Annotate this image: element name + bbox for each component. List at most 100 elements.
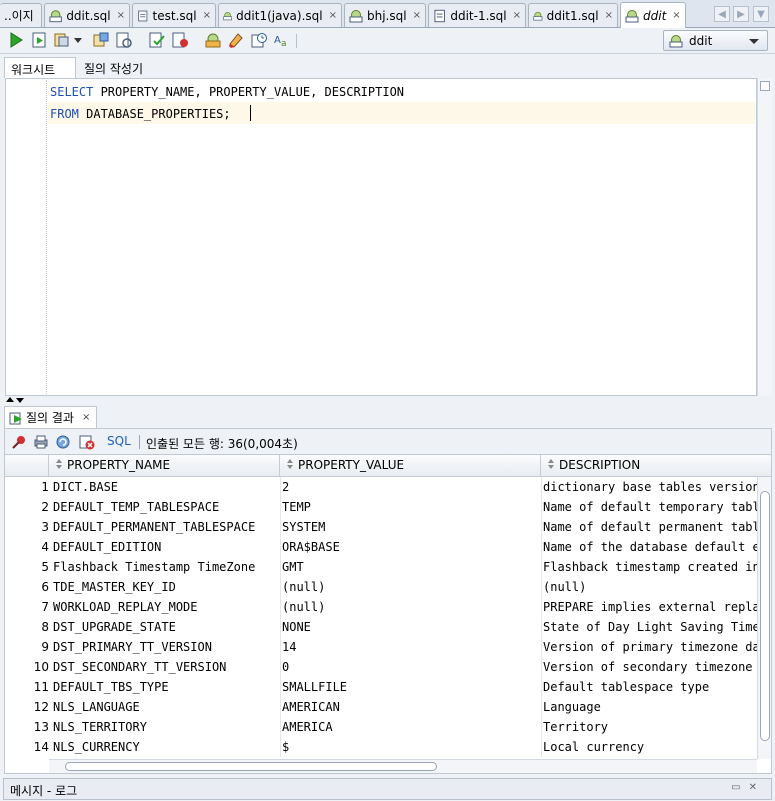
cell-description[interactable]: State of Day Light Saving Time Upgrade <box>543 620 757 634</box>
grid-vertical-scrollbar[interactable] <box>757 477 771 759</box>
cell-property-value[interactable]: 0 <box>282 660 538 674</box>
tab-overflow[interactable]: ..이지 <box>0 3 42 27</box>
table-row[interactable]: 5 Flashback Timestamp TimeZone GMT Flashbac… <box>5 557 771 577</box>
tab-ddit1-java-sql[interactable]: ddit1(java).sql × <box>218 3 342 27</box>
cell-description[interactable]: Version of primary timezone data file <box>543 640 757 654</box>
collapse-up-icon[interactable] <box>6 397 14 402</box>
tab-ddit-sql[interactable]: ddit.sql × <box>44 3 130 27</box>
cell-property-name[interactable]: DEFAULT_EDITION <box>53 540 279 554</box>
cell-property-value[interactable]: ORA$BASE <box>282 540 538 554</box>
table-row[interactable]: 14 NLS_CURRENCY $ Local currency <box>5 737 771 757</box>
close-icon[interactable]: × <box>82 412 90 423</box>
cell-description[interactable]: Flashback timestamp created in GMT <box>543 560 757 574</box>
editor-scrollbar[interactable] <box>757 78 772 396</box>
table-row[interactable]: 12 NLS_LANGUAGE AMERICAN Language <box>5 697 771 717</box>
cell-description[interactable]: Name of default permanent tablespace <box>543 520 757 534</box>
rollback-icon[interactable] <box>171 31 189 49</box>
code-line-1[interactable]: SELECT PROPERTY_NAME, PROPERTY_VALUE, DE… <box>50 85 404 99</box>
tab-worksheet[interactable]: 워크시트 <box>4 57 76 78</box>
cell-property-value[interactable]: AMERICA <box>282 720 538 734</box>
collapse-down-icon[interactable] <box>16 398 24 403</box>
close-icon[interactable]: × <box>203 10 211 21</box>
minimize-icon[interactable]: ▭ <box>731 782 748 793</box>
cell-property-name[interactable]: TDE_MASTER_KEY_ID <box>53 580 279 594</box>
table-row[interactable]: 3 DEFAULT_PERMANENT_TABLESPACE SYSTEM Name … <box>5 517 771 537</box>
scrollbar-thumb[interactable] <box>65 762 437 771</box>
cell-property-name[interactable]: WORKLOAD_REPLAY_MODE <box>53 600 279 614</box>
cell-description[interactable]: Territory <box>543 720 757 734</box>
history-icon[interactable] <box>250 31 268 49</box>
cell-description[interactable]: (null) <box>543 580 757 594</box>
tab-bhj-sql[interactable]: bhj.sql × <box>344 3 426 27</box>
cell-description[interactable]: Name of the database default edition <box>543 540 757 554</box>
sort-icon[interactable] <box>547 458 555 470</box>
table-row[interactable]: 1 DICT.BASE 2 dictionary base tables versio… <box>5 477 771 497</box>
tab-scroll-left-icon[interactable]: ◀ <box>714 6 730 22</box>
sql-editor[interactable] <box>5 78 757 396</box>
table-row[interactable]: 10 DST_SECONDARY_TT_VERSION 0 Version of se… <box>5 657 771 677</box>
table-row[interactable]: 2 DEFAULT_TEMP_TABLESPACE TEMP Name of defa… <box>5 497 771 517</box>
cell-property-value[interactable]: GMT <box>282 560 538 574</box>
panel-splitter[interactable] <box>0 396 775 406</box>
cell-property-value[interactable]: AMERICAN <box>282 700 538 714</box>
connection-select[interactable]: ddit <box>663 30 768 51</box>
messages-log-panel[interactable]: 메시지 - 로그 ▭✕ <box>3 778 772 800</box>
cell-property-name[interactable]: DST_SECONDARY_TT_VERSION <box>53 660 279 674</box>
chevron-down-icon[interactable] <box>72 31 84 49</box>
tab-test-sql[interactable]: test.sql × <box>132 3 216 27</box>
autotrace-icon[interactable] <box>92 31 110 49</box>
format-icon[interactable]: Aa <box>273 31 291 49</box>
cell-property-value[interactable]: SYSTEM <box>282 520 538 534</box>
tab-list-icon[interactable]: ▼ <box>753 6 769 22</box>
cell-property-value[interactable]: 2 <box>282 480 538 494</box>
cell-property-name[interactable]: DST_PRIMARY_TT_VERSION <box>53 640 279 654</box>
pin-icon[interactable] <box>11 434 27 450</box>
sql-tuning-icon[interactable] <box>115 31 133 49</box>
close-icon[interactable]: × <box>329 10 337 21</box>
cell-property-value[interactable]: TEMP <box>282 500 538 514</box>
commit-icon[interactable] <box>148 31 166 49</box>
close-icon[interactable]: ✕ <box>749 782 765 793</box>
table-row[interactable]: 11 DEFAULT_TBS_TYPE SMALLFILE Default table… <box>5 677 771 697</box>
cell-description[interactable]: Local currency <box>543 740 757 754</box>
close-icon[interactable]: × <box>117 10 125 21</box>
close-icon[interactable]: × <box>605 10 613 21</box>
cell-property-value[interactable]: 14 <box>282 640 538 654</box>
cancel-query-icon[interactable] <box>79 434 95 450</box>
cell-property-value[interactable]: $ <box>282 740 538 754</box>
explain-plan-icon[interactable] <box>53 31 71 49</box>
cell-property-name[interactable]: DEFAULT_TBS_TYPE <box>53 680 279 694</box>
scrollbar-thumb[interactable] <box>760 491 770 741</box>
table-row[interactable]: 13 NLS_TERRITORY AMERICA Territory <box>5 717 771 737</box>
cell-property-name[interactable]: NLS_CURRENCY <box>53 740 279 754</box>
cell-description[interactable]: dictionary base tables version # <box>543 480 757 494</box>
table-row[interactable]: 4 DEFAULT_EDITION ORA$BASE Name of the data… <box>5 537 771 557</box>
table-row[interactable]: 8 DST_UPGRADE_STATE NONE State of Day Light… <box>5 617 771 637</box>
column-header-property-name[interactable]: PROPERTY_NAME <box>49 455 280 477</box>
tab-ddit1-sql[interactable]: ddit1.sql × <box>528 3 618 27</box>
column-header-property-value[interactable]: PROPERTY_VALUE <box>280 455 541 477</box>
cell-property-name[interactable]: DST_UPGRADE_STATE <box>53 620 279 634</box>
run-script-icon[interactable] <box>30 31 48 49</box>
grid-horizontal-scrollbar[interactable] <box>49 759 757 773</box>
table-row[interactable]: 7 WORKLOAD_REPLAY_MODE (null) PREPARE impli… <box>5 597 771 617</box>
sort-icon[interactable] <box>55 458 63 470</box>
cell-property-name[interactable]: NLS_TERRITORY <box>53 720 279 734</box>
cell-description[interactable]: Language <box>543 700 757 714</box>
cell-property-value[interactable]: NONE <box>282 620 538 634</box>
clear-icon[interactable] <box>227 31 245 49</box>
table-row[interactable]: 6 TDE_MASTER_KEY_ID (null) (null) <box>5 577 771 597</box>
code-line-2[interactable]: FROM DATABASE_PROPERTIES; <box>50 107 231 121</box>
tab-ddit-1-sql[interactable]: ddit-1.sql × <box>428 3 526 27</box>
sql-button[interactable]: SQL <box>107 434 131 448</box>
cell-property-value[interactable]: (null) <box>282 600 538 614</box>
cell-property-value[interactable]: SMALLFILE <box>282 680 538 694</box>
print-icon[interactable] <box>33 434 49 450</box>
cell-property-name[interactable]: DEFAULT_PERMANENT_TABLESPACE <box>53 520 279 534</box>
cell-property-name[interactable]: DEFAULT_TEMP_TABLESPACE <box>53 500 279 514</box>
close-icon[interactable]: × <box>672 10 680 21</box>
cell-property-value[interactable]: (null) <box>282 580 538 594</box>
cell-description[interactable]: PREPARE implies external replay <box>543 600 757 614</box>
refresh-icon[interactable] <box>55 434 71 450</box>
tab-scroll-right-icon[interactable]: ▶ <box>733 6 749 22</box>
